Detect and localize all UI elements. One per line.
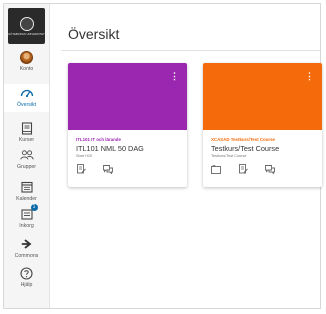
course-subtitle[interactable]: ITL101 IT och lärande (76, 137, 121, 142)
discussions-icon[interactable] (265, 164, 275, 174)
inbox-icon: 1 (20, 204, 38, 221)
course-subtitle[interactable]: XCASAD Testkurs/Test Course (211, 137, 275, 142)
discussions-icon[interactable] (103, 164, 113, 174)
nav-item-commons[interactable]: Commons (4, 237, 49, 265)
book-icon (20, 121, 34, 135)
nav-item-kalender[interactable]: Kalender (4, 180, 49, 207)
nav-item-label: Översikt (16, 102, 37, 108)
nav-item-label: Inkorg (19, 223, 34, 229)
nav-item-kurser[interactable]: Kurser (4, 121, 49, 148)
nav-item-label: Hjälp (20, 282, 33, 288)
card-actions (76, 164, 113, 174)
course-card[interactable]: ⋮ XCASAD Testkurs/Test Course Testkurs/T… (203, 63, 322, 187)
nav-item-label: Commons (14, 253, 39, 259)
nav-item-konto[interactable]: Konto (4, 50, 49, 77)
app-window: GÖTEBORGS UNIVERSITET Konto Översikt Kur… (3, 3, 322, 309)
user-avatar (20, 50, 34, 64)
course-name: ITL101 NML 50 DAG (76, 144, 144, 153)
assignments-icon[interactable] (238, 164, 248, 174)
title-divider (61, 50, 320, 51)
nav-item-label: Konto (19, 66, 34, 72)
nav-item-label: Kurser (18, 137, 35, 143)
logo-text: GÖTEBORGS UNIVERSITET (8, 32, 45, 36)
course-card[interactable]: ⋮ ITL101 IT och lärande ITL101 NML 50 DA… (68, 63, 187, 187)
help-icon (20, 266, 34, 280)
university-logo[interactable]: GÖTEBORGS UNIVERSITET (8, 8, 45, 44)
unread-count-badge: 1 (30, 204, 38, 211)
card-options-icon[interactable]: ⋮ (305, 72, 314, 81)
commons-icon (20, 237, 34, 251)
groups-icon (19, 148, 34, 162)
course-term: Start H19 (76, 154, 93, 158)
nav-item-inkorg[interactable]: 1 Inkorg (4, 204, 49, 235)
nav-item-label: Kalender (16, 196, 37, 202)
nav-item-oversikt[interactable]: Översikt (4, 84, 49, 112)
card-options-icon[interactable]: ⋮ (170, 72, 179, 81)
nav-item-label: Grupper (16, 164, 37, 170)
calendar-icon (20, 180, 34, 194)
nav-item-hjalp[interactable]: Hjälp (4, 266, 49, 294)
global-navigation: GÖTEBORGS UNIVERSITET Konto Översikt Kur… (4, 4, 50, 308)
university-seal-icon (19, 16, 34, 31)
course-term: Testkurs/Test Course (211, 154, 247, 158)
nav-item-grupper[interactable]: Grupper (4, 148, 49, 176)
assignments-icon[interactable] (76, 164, 86, 174)
dashboard-icon (20, 86, 34, 100)
announcements-icon[interactable] (211, 164, 221, 174)
card-actions (211, 164, 275, 174)
course-name: Testkurs/Test Course (211, 144, 280, 153)
page-title: Översikt (68, 26, 120, 42)
